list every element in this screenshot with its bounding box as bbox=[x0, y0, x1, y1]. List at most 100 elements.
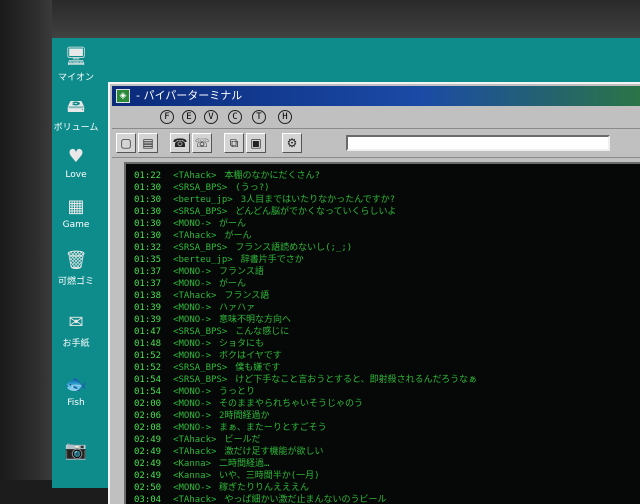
chat-line: 01:39 <MONO-> ハァハァ bbox=[134, 302, 255, 314]
menu-bar: F E V C T H bbox=[112, 108, 640, 126]
timestamp: 02:49 bbox=[134, 447, 162, 457]
chat-line: 01:30 <SRSA_BPS> どんどん脳がでかくなっていくらしいよ bbox=[134, 206, 396, 218]
chat-line: 02:49 <TAhack> ビールだ bbox=[134, 434, 260, 446]
timestamp: 01:32 bbox=[134, 243, 162, 253]
terminal-window: ◈ - パイパーターミナル F E V C T H ▢ ▤ ☎ ☏ ⧉ ▣ ⚙ … bbox=[108, 82, 640, 504]
terminal-output[interactable]: 01:22 <TAhack> 本棚のなかにだくさん? 01:30 <SRSA_BPS> (… bbox=[124, 162, 640, 504]
timestamp: 01:47 bbox=[134, 327, 162, 337]
chat-line: 01:54 <MONO-> うっとり bbox=[134, 386, 255, 398]
timestamp: 02:08 bbox=[134, 423, 162, 433]
nickname: <TAhack> bbox=[173, 435, 217, 445]
timestamp: 01:37 bbox=[134, 279, 162, 289]
timestamp: 01:54 bbox=[134, 387, 162, 397]
chat-line: 01:38 <TAhack> フランス語 bbox=[134, 290, 269, 302]
game-icon: ▦ bbox=[67, 196, 85, 217]
chat-line: 02:49 <TAhack> 激だけ足す機能が欲しい bbox=[134, 446, 323, 458]
nickname: <TAhack> bbox=[173, 495, 217, 504]
desktop-icon-label: Fish bbox=[67, 398, 85, 408]
chat-line: 02:06 <MONO-> 2時間経過か bbox=[134, 410, 269, 422]
message-text: こんな感じに bbox=[235, 327, 290, 337]
menu-connect[interactable]: C bbox=[228, 110, 242, 124]
menu-tools[interactable]: T bbox=[252, 110, 266, 124]
nickname: <TAhack> bbox=[173, 231, 217, 241]
desktop-icon-label: ボリューム bbox=[53, 123, 99, 133]
settings-icon[interactable]: ⚙ bbox=[282, 133, 302, 153]
menu-help[interactable]: H bbox=[278, 110, 292, 124]
message-text: 二時間経過… bbox=[219, 459, 270, 469]
hangup-icon[interactable]: ☏ bbox=[192, 133, 212, 153]
timestamp: 03:04 bbox=[134, 495, 162, 504]
message-text: どんどん脳がでかくなっていくらしいよ bbox=[235, 207, 397, 217]
title-bar[interactable]: ◈ - パイパーターミナル bbox=[112, 86, 640, 106]
system-menu-icon[interactable]: ◈ bbox=[116, 89, 130, 103]
message-text: うっとり bbox=[219, 387, 256, 397]
chat-line: 01:54 <SRSA_BPS> けど下手なこと言おうとすると、即射殺されるんだろう… bbox=[134, 374, 477, 386]
nickname: <SRSA_BPS> bbox=[173, 183, 228, 193]
message-text: 稼ぎたりりんえええん bbox=[219, 483, 310, 493]
open-icon[interactable]: ▤ bbox=[138, 133, 158, 153]
paste-icon[interactable]: ▣ bbox=[246, 133, 266, 153]
camera-icon: 📷 bbox=[64, 440, 88, 461]
fish-icon[interactable]: 🐟 Fish bbox=[46, 374, 106, 408]
message-text: 辞書片手でさか bbox=[240, 255, 304, 265]
nickname: <MONO-> bbox=[173, 339, 212, 349]
phone-icon[interactable]: ☎ bbox=[170, 133, 190, 153]
nickname: <SRSA_BPS> bbox=[173, 363, 228, 373]
copy-icon[interactable]: ⧉ bbox=[224, 133, 244, 153]
new-document-icon[interactable]: ▢ bbox=[116, 133, 136, 153]
timestamp: 01:30 bbox=[134, 195, 162, 205]
menu-view[interactable]: V bbox=[204, 110, 218, 124]
chat-line: 02:49 <Kanna> 二時間経過… bbox=[134, 458, 269, 470]
timestamp: 02:49 bbox=[134, 435, 162, 445]
address-input[interactable] bbox=[346, 135, 610, 151]
trash-icon[interactable]: 🗑 可燃ゴミ bbox=[46, 250, 106, 287]
nickname: <TAhack> bbox=[173, 171, 217, 181]
chat-line: 02:00 <MONO-> そのままやられちゃいそうじゃのう bbox=[134, 398, 363, 410]
love-icon: ♥ bbox=[67, 146, 85, 167]
message-text: 本棚のなかにだくさん? bbox=[224, 171, 320, 181]
nickname: <SRSA_BPS> bbox=[173, 375, 228, 385]
nickname: <berteu_jp> bbox=[173, 195, 233, 205]
menu-edit[interactable]: E bbox=[182, 110, 196, 124]
love-icon[interactable]: ♥ Love bbox=[46, 146, 106, 180]
volume-icon[interactable]: 🖴 ボリューム bbox=[46, 96, 106, 133]
nickname: <MONO-> bbox=[173, 423, 212, 433]
timestamp: 01:30 bbox=[134, 219, 162, 229]
toolbar: ▢ ▤ ☎ ☏ ⧉ ▣ ⚙ bbox=[112, 128, 640, 158]
chat-line: 01:35 <berteu_jp> 辞書片手でさか bbox=[134, 254, 304, 266]
desktop-icon-label: お手紙 bbox=[62, 339, 90, 349]
chat-line: 01:37 <MONO-> がーん bbox=[134, 278, 246, 290]
mail-icon[interactable]: ✉ お手紙 bbox=[46, 312, 106, 349]
timestamp: 02:49 bbox=[134, 459, 162, 469]
message-text: ビールだ bbox=[224, 435, 261, 445]
nickname: <SRSA_BPS> bbox=[173, 207, 228, 217]
message-text: (うっ?) bbox=[235, 183, 270, 193]
chat-line: 01:52 <MONO-> ボクはイヤです bbox=[134, 350, 282, 362]
nickname: <TAhack> bbox=[173, 447, 217, 457]
chat-line: 02:08 <MONO-> まぁ、またーりとすごそう bbox=[134, 422, 327, 434]
monitor-bezel-left bbox=[0, 0, 52, 480]
camera-icon[interactable]: 📷 bbox=[46, 440, 106, 464]
nickname: <MONO-> bbox=[173, 219, 212, 229]
timestamp: 01:35 bbox=[134, 255, 162, 265]
chat-line: 01:47 <SRSA_BPS> こんな感じに bbox=[134, 326, 289, 338]
chat-line: 03:04 <TAhack> やっぱ細かい激だ止まんないのうビール bbox=[134, 494, 386, 504]
chat-line: 01:32 <SRSA_BPS> フランス語読めないし(;_;) bbox=[134, 242, 352, 254]
message-text: がーん bbox=[224, 231, 252, 241]
timestamp: 01:37 bbox=[134, 267, 162, 277]
my-computer-icon[interactable]: 🖥 マイオン bbox=[46, 46, 106, 83]
message-text: 激だけ足す機能が欲しい bbox=[224, 447, 324, 457]
game-icon[interactable]: ▦ Game bbox=[46, 196, 106, 230]
menu-file[interactable]: F bbox=[160, 110, 174, 124]
message-text: 2時間経過か bbox=[219, 411, 270, 421]
timestamp: 01:30 bbox=[134, 207, 162, 217]
chat-line: 01:22 <TAhack> 本棚のなかにだくさん? bbox=[134, 170, 320, 182]
timestamp: 02:00 bbox=[134, 399, 162, 409]
nickname: <TAhack> bbox=[173, 291, 217, 301]
timestamp: 01:54 bbox=[134, 375, 162, 385]
message-text: ハァハァ bbox=[219, 303, 256, 313]
message-text: 意味不明な方向へ bbox=[219, 315, 292, 325]
desktop-icon-label: マイオン bbox=[57, 73, 94, 83]
timestamp: 01:48 bbox=[134, 339, 162, 349]
chat-line: 01:30 <berteu_jp> 3人目まではいたりなかったんですか? bbox=[134, 194, 395, 206]
